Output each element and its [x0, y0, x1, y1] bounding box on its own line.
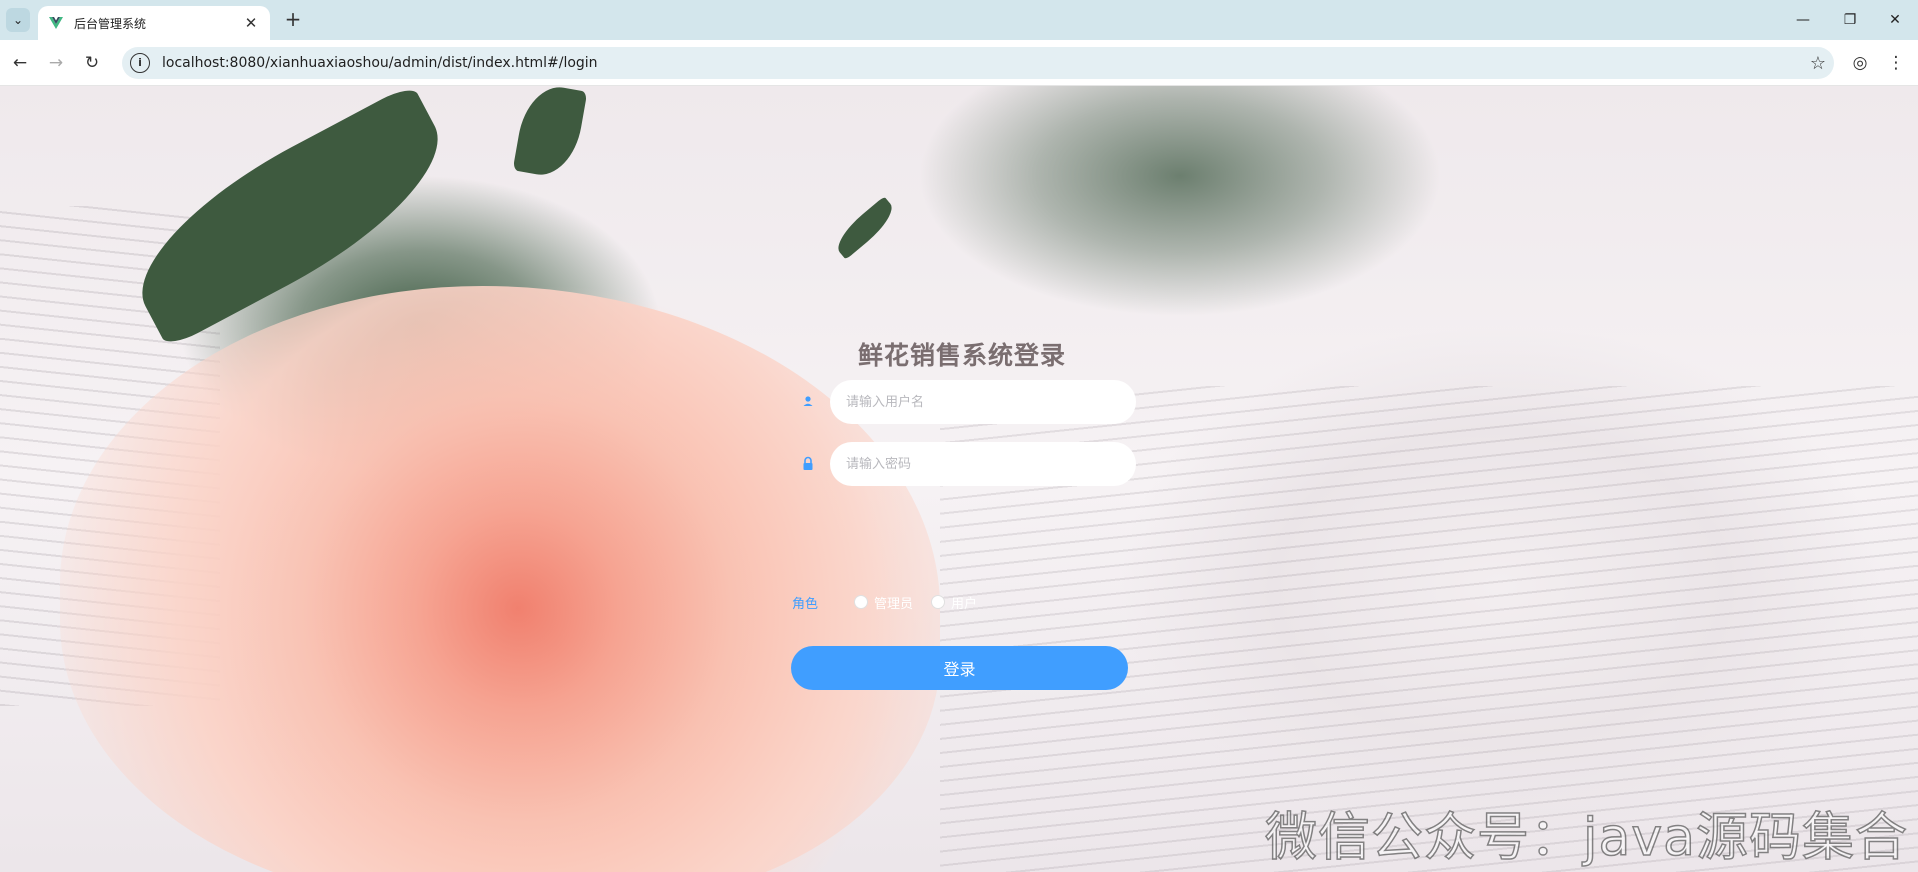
arrow-right-icon: → [48, 53, 64, 73]
arrow-left-icon: ← [12, 53, 28, 73]
chevron-down-icon: ⌄ [12, 13, 24, 27]
minimize-button[interactable]: — [1788, 8, 1818, 32]
back-button[interactable]: ← [8, 51, 32, 75]
role-radio-admin[interactable]: 管理员 [854, 593, 913, 612]
close-icon[interactable]: ✕ [242, 14, 260, 32]
profile-button[interactable]: ◎ [1848, 51, 1872, 75]
password-input[interactable] [830, 442, 1136, 486]
browser-tab-active[interactable]: 后台管理系统 ✕ [38, 6, 270, 40]
background-leaf [830, 196, 900, 260]
user-icon [803, 396, 813, 406]
browser-toolbar: ← → ↻ i localhost:8080/xianhuaxiaoshou/a… [0, 40, 1918, 86]
tab-title: 后台管理系统 [74, 16, 147, 31]
lock-icon [803, 456, 813, 470]
radio-circle-icon[interactable] [854, 595, 868, 609]
account-circle-icon: ◎ [1852, 53, 1868, 73]
role-radio-user[interactable]: 用户 [931, 593, 977, 612]
address-bar[interactable]: i localhost:8080/xianhuaxiaoshou/admin/d… [122, 47, 1834, 79]
url-text[interactable]: localhost:8080/xianhuaxiaoshou/admin/dis… [162, 55, 1802, 71]
role-option-label[interactable]: 管理员 [874, 593, 913, 612]
watermark-text: 微信公众号：java源码集合 [1264, 807, 1908, 869]
login-form: 鲜花销售系统登录 角色 管理员 用户 [782, 336, 1142, 756]
star-icon[interactable]: ☆ [1802, 53, 1834, 74]
plus-icon: + [284, 7, 302, 31]
username-row [792, 380, 1136, 424]
close-icon: ✕ [1889, 12, 1901, 28]
login-button[interactable]: 登录 [791, 646, 1128, 690]
password-row [792, 442, 1136, 486]
restore-icon: ❐ [1843, 12, 1857, 28]
restore-button[interactable]: ❐ [1835, 8, 1865, 32]
reload-button[interactable]: ↻ [80, 51, 104, 75]
background-leaf [512, 86, 588, 181]
radio-circle-icon[interactable] [931, 595, 946, 609]
reload-icon: ↻ [84, 53, 100, 73]
browser-menu-button[interactable]: ⋮ [1884, 51, 1908, 75]
role-option-label[interactable]: 用户 [951, 593, 977, 612]
role-selector: 角色 管理员 用户 [792, 590, 1132, 614]
new-tab-button[interactable]: + [281, 8, 305, 32]
tab-search-button[interactable]: ⌄ [6, 8, 30, 32]
close-window-button[interactable]: ✕ [1880, 8, 1910, 32]
forward-button[interactable]: → [44, 51, 68, 75]
site-info-icon[interactable]: i [130, 53, 150, 73]
page-title: 鲜花销售系统登录 [857, 341, 1066, 370]
minimize-icon: — [1796, 12, 1810, 28]
username-input[interactable] [830, 380, 1136, 424]
more-vertical-icon: ⋮ [1887, 53, 1905, 73]
role-label: 角色 [792, 596, 819, 612]
browser-tab-strip: ⌄ 后台管理系统 ✕ + — ❐ ✕ [0, 0, 1918, 40]
login-page: 鲜花销售系统登录 角色 管理员 用户 [0, 86, 1918, 872]
vue-logo-icon [49, 17, 63, 29]
